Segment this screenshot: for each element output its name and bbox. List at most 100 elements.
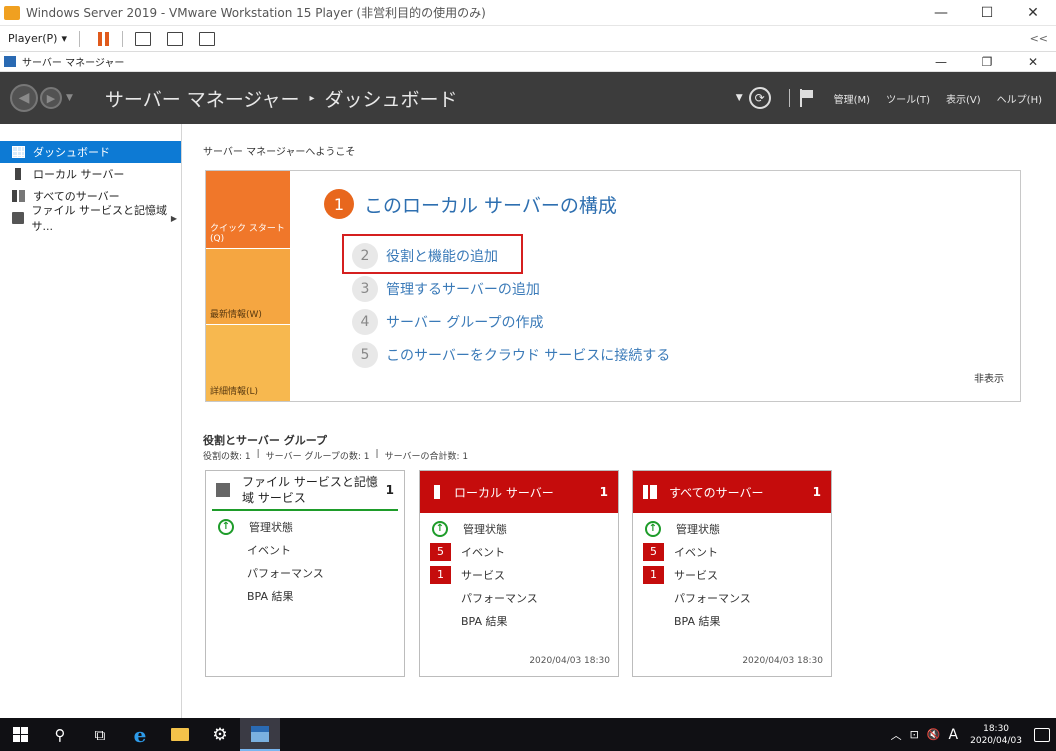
sidebar-item-file-services[interactable]: ファイル サービスと記憶域サ... ▶ (0, 204, 181, 233)
tile-row-bpa[interactable]: BPA 結果 (206, 584, 404, 607)
network-icon[interactable]: ⊡ (910, 728, 919, 741)
menu-manage[interactable]: 管理(M) (834, 91, 870, 106)
taskbar: ⚲ ⧉ e ⚙ ︿ ⊡ 🔇 A 18:30 2020/04/03 (0, 718, 1056, 751)
file-explorer-icon[interactable] (160, 718, 200, 751)
tile-local-server[interactable]: ローカル サーバー 1 ↑ 管理状態 5 イベント 1 サービス パフォーマンス (419, 470, 619, 677)
clock[interactable]: 18:30 2020/04/03 (970, 723, 1022, 747)
step-number: 3 (352, 276, 378, 302)
tab-whats-new[interactable]: 最新情報(W) (206, 248, 290, 324)
tile-header[interactable]: ローカル サーバー 1 (420, 471, 618, 513)
chevron-up-icon[interactable]: ︿ (891, 727, 902, 743)
breadcrumb-current: ダッシュボード (324, 88, 458, 111)
sm-close-button[interactable]: ✕ (1010, 52, 1056, 72)
step-link[interactable]: このサーバーをクラウド サービスに接続する (386, 345, 670, 365)
status-badge (643, 612, 664, 630)
server-manager-titlebar: サーバー マネージャー — ❐ ✕ (0, 52, 1056, 72)
step-connect-cloud[interactable]: 5 このサーバーをクラウド サービスに接続する (352, 342, 670, 368)
vmware-titlebar: Windows Server 2019 - VMware Workstation… (0, 0, 1056, 26)
tile-row-events[interactable]: 5 イベント (633, 540, 831, 563)
volume-muted-icon[interactable]: 🔇 (927, 728, 941, 741)
tile-row-bpa[interactable]: BPA 結果 (633, 609, 831, 632)
hide-button[interactable]: 非表示 (974, 370, 1004, 385)
tile-row-label: パフォーマンス (247, 566, 324, 580)
roles-section-title: 役割とサーバー グループ (203, 434, 328, 447)
history-dropdown-icon[interactable]: ▼ (66, 93, 73, 103)
search-icon[interactable]: ⚲ (40, 718, 80, 751)
unity-icon[interactable] (198, 31, 215, 46)
tile-row-performance[interactable]: パフォーマンス (420, 586, 618, 609)
server-manager-taskbar-icon[interactable] (240, 718, 280, 751)
step-create-group[interactable]: 4 サーバー グループの作成 (352, 309, 543, 335)
sidebar-item-dashboard[interactable]: ダッシュボード (0, 141, 181, 163)
group-count: サーバー グループの数: 1 (265, 452, 370, 462)
menu-view[interactable]: 表示(V) (946, 91, 981, 106)
tile-row-performance[interactable]: パフォーマンス (633, 586, 831, 609)
player-menu[interactable]: Player(P) ▾ (0, 32, 75, 45)
sm-restore-button[interactable]: ❐ (964, 52, 1010, 72)
tile-row-label: 管理状態 (249, 520, 293, 534)
sm-minimize-button[interactable]: — (918, 52, 964, 72)
maximize-button[interactable]: ☐ (964, 0, 1010, 26)
status-ok-icon: ↑ (645, 520, 661, 537)
tile-title: ローカル サーバー (454, 485, 554, 500)
quickstart-heading[interactable]: 1 このローカル サーバーの構成 (324, 189, 617, 219)
tab-quick-start[interactable]: クイック スタート(Q) (206, 171, 290, 248)
toolbar-divider (121, 30, 123, 47)
pause-icon[interactable] (97, 31, 110, 46)
collapse-toolbar-button[interactable]: << (1030, 32, 1048, 45)
tile-row-manageability[interactable]: ↑ 管理状態 (206, 515, 404, 538)
menu-tools[interactable]: ツール(T) (886, 91, 930, 106)
status-ok-icon: ↑ (432, 520, 448, 537)
sidebar-item-local-server[interactable]: ローカル サーバー (0, 163, 181, 185)
back-button[interactable]: ◀ (10, 84, 38, 112)
step-add-roles[interactable]: 2 役割と機能の追加 (352, 243, 498, 269)
forward-button[interactable]: ▶ (40, 87, 62, 109)
sidebar-item-label: ローカル サーバー (33, 168, 125, 181)
breadcrumb-root[interactable]: サーバー マネージャー (105, 85, 300, 112)
tile-header[interactable]: ファイル サービスと記憶域 サービス 1 (212, 471, 398, 511)
step-add-servers[interactable]: 3 管理するサーバーの追加 (352, 276, 540, 302)
tile-row-events[interactable]: イベント (206, 538, 404, 561)
tile-row-bpa[interactable]: BPA 結果 (420, 609, 618, 632)
tile-file-services[interactable]: ファイル サービスと記憶域 サービス 1 ↑ 管理状態 イベント パフォーマンス… (205, 470, 405, 677)
minimize-button[interactable]: — (918, 0, 964, 26)
refresh-icon[interactable]: ⟳ (748, 87, 771, 109)
close-button[interactable]: ✕ (1010, 0, 1056, 26)
notifications-flag-icon[interactable] (799, 89, 814, 107)
servers-icon (12, 190, 25, 202)
step-link[interactable]: 役割と機能の追加 (386, 246, 498, 266)
tile-header[interactable]: すべてのサーバー 1 (633, 471, 831, 513)
sidebar-item-label: ファイル サービスと記憶域サ... (31, 204, 168, 233)
task-view-icon[interactable]: ⧉ (80, 718, 120, 751)
tile-row-performance[interactable]: パフォーマンス (206, 561, 404, 584)
tile-row-manageability[interactable]: ↑ 管理状態 (420, 517, 618, 540)
sidebar-item-label: ダッシュボード (33, 146, 110, 159)
settings-gear-icon[interactable]: ⚙ (200, 718, 240, 751)
tile-row-events[interactable]: 5 イベント (420, 540, 618, 563)
tile-row-services[interactable]: 1 サービス (420, 563, 618, 586)
status-badge (216, 564, 237, 582)
tile-row-services[interactable]: 1 サービス (633, 563, 831, 586)
start-button[interactable] (0, 718, 40, 751)
step-number: 5 (352, 342, 378, 368)
tile-all-servers[interactable]: すべてのサーバー 1 ↑ 管理状態 5 イベント 1 サービス パフォーマンス (632, 470, 832, 677)
tile-row-label: サービス (674, 568, 718, 582)
notification-center-icon[interactable] (1034, 727, 1050, 742)
status-badge (430, 589, 451, 607)
role-count: 役割の数: 1 (203, 452, 251, 462)
status-ok-icon: ↑ (218, 518, 234, 535)
tile-timestamp: 2020/04/03 18:30 (529, 656, 610, 666)
chevron-down-icon[interactable]: ▼ (736, 93, 743, 103)
send-ctrl-alt-del-icon[interactable] (134, 31, 151, 46)
step-link[interactable]: サーバー グループの作成 (386, 312, 543, 332)
internet-explorer-icon[interactable]: e (120, 718, 160, 751)
step-link[interactable]: 管理するサーバーの追加 (386, 279, 540, 299)
ime-indicator[interactable]: A (949, 727, 959, 743)
fullscreen-icon[interactable] (166, 31, 183, 46)
clock-date: 2020/04/03 (970, 735, 1022, 746)
summary-divider: | (375, 449, 379, 459)
tab-learn-more[interactable]: 詳細情報(L) (206, 324, 290, 401)
chevron-down-icon: ▾ (61, 32, 67, 45)
tile-row-manageability[interactable]: ↑ 管理状態 (633, 517, 831, 540)
menu-help[interactable]: ヘルプ(H) (997, 91, 1042, 106)
